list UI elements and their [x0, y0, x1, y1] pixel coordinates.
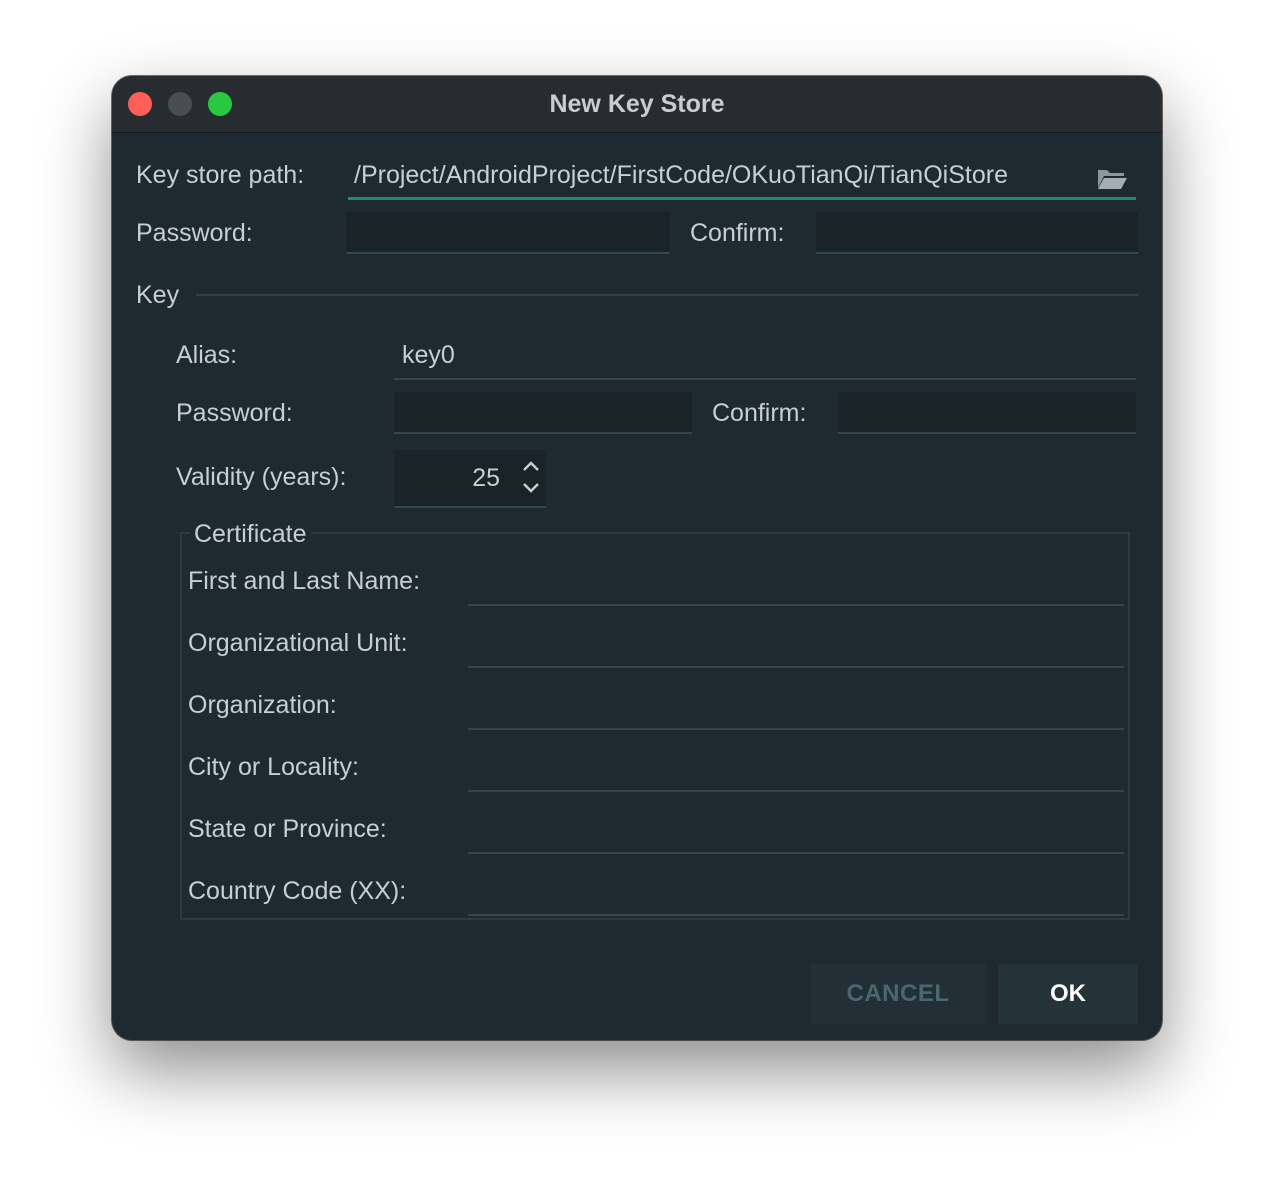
keystore-password-field[interactable] — [346, 212, 670, 254]
key-store-path-label: Key store path: — [136, 161, 305, 189]
new-key-store-dialog: New Key Store Key store path: /Project/A… — [112, 76, 1162, 1040]
key-confirm-field[interactable] — [838, 392, 1136, 434]
chevron-down-icon[interactable] — [520, 480, 542, 496]
key-confirm-label: Confirm: — [712, 399, 807, 427]
key-password-label: Password: — [176, 399, 293, 427]
first-last-name-field[interactable] — [468, 560, 1124, 606]
key-section-divider — [196, 294, 1138, 296]
key-section-label: Key — [136, 281, 180, 309]
keystore-confirm-label: Confirm: — [690, 219, 785, 247]
chevron-up-icon[interactable] — [520, 458, 542, 474]
alias-label: Alias: — [176, 341, 238, 369]
validity-label: Validity (years): — [176, 463, 347, 491]
organization-label: Organization: — [188, 691, 337, 719]
certificate-legend: Certificate — [190, 520, 311, 549]
organization-field[interactable] — [468, 684, 1124, 730]
city-locality-label: City or Locality: — [188, 753, 359, 781]
key-store-path-field[interactable]: /Project/AndroidProject/FirstCode/OKuoTi… — [348, 158, 1136, 200]
keystore-confirm-field[interactable] — [816, 212, 1138, 254]
organizational-unit-label: Organizational Unit: — [188, 629, 408, 657]
validity-value[interactable]: 25 — [472, 464, 500, 493]
alias-value[interactable]: key0 — [402, 341, 455, 370]
key-store-path-value[interactable]: /Project/AndroidProject/FirstCode/OKuoTi… — [354, 161, 1008, 190]
alias-field[interactable]: key0 — [394, 334, 1136, 380]
country-code-field[interactable] — [468, 870, 1124, 916]
title-bar[interactable]: New Key Store — [112, 76, 1162, 133]
cancel-button[interactable]: CANCEL — [810, 964, 986, 1024]
folder-open-icon[interactable] — [1096, 166, 1128, 190]
state-province-label: State or Province: — [188, 815, 387, 843]
ok-button[interactable]: OK — [998, 964, 1138, 1024]
window-title: New Key Store — [549, 90, 725, 118]
keystore-password-label: Password: — [136, 219, 253, 247]
organizational-unit-field[interactable] — [468, 622, 1124, 668]
validity-spinner[interactable]: 25 — [394, 450, 546, 508]
city-locality-field[interactable] — [468, 746, 1124, 792]
first-last-name-label: First and Last Name: — [188, 567, 421, 595]
key-password-field[interactable] — [394, 392, 692, 434]
state-province-field[interactable] — [468, 808, 1124, 854]
country-code-label: Country Code (XX): — [188, 877, 407, 905]
